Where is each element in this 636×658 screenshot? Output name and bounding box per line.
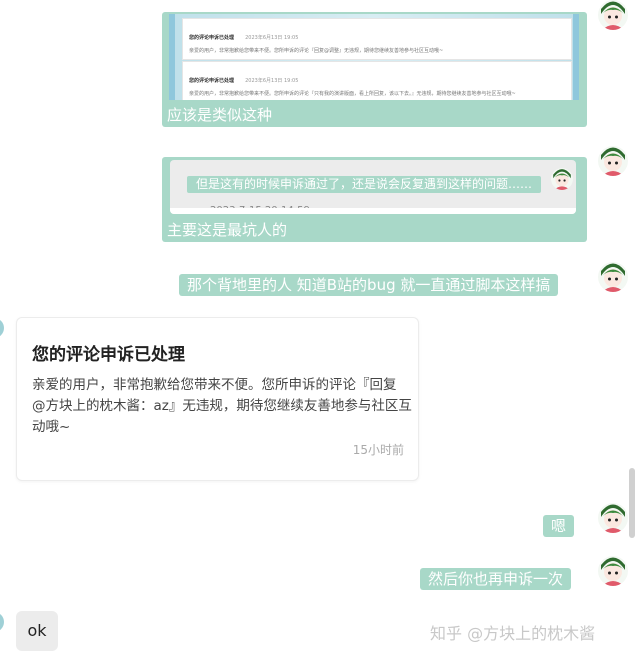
chat-message[interactable]: 然后你也再申诉一次: [420, 568, 572, 590]
quoted-message: 但是这有的时候申诉通过了，还是说会反复遇到这样的问题……: [187, 176, 542, 193]
screenshot-footer: [170, 208, 576, 214]
user-avatar[interactable]: [598, 146, 628, 176]
notice-date: 2023年6月13日 19:05: [245, 35, 299, 41]
avatar-icon: [598, 556, 628, 586]
system-avatar[interactable]: [0, 318, 4, 338]
notice-title: 您的评论申诉已处理: [189, 35, 235, 41]
message-caption: 主要这是最坑人的: [167, 221, 288, 239]
scrollbar[interactable]: [629, 468, 635, 538]
message-caption: 应该是类似这种: [167, 106, 273, 124]
user-avatar[interactable]: [598, 503, 628, 533]
notice-card: 您的评论申诉已处理 2023年6月13日 19:05 亲爱的用户，非常抱歉给您带…: [182, 61, 572, 100]
quoted-avatar: [551, 168, 573, 190]
screenshot-edge: [169, 14, 175, 100]
image-message-chat[interactable]: 但是这有的时候申诉通过了，还是说会反复遇到这样的问题…… 2023-7-15 2…: [162, 157, 587, 242]
chat-screenshot: 但是这有的时候申诉通过了，还是说会反复遇到这样的问题…… 2023-7-15 2…: [170, 160, 576, 214]
notice-title: 您的评论申诉已处理: [189, 78, 235, 84]
avatar-icon: [551, 168, 573, 190]
user-avatar[interactable]: [598, 0, 628, 30]
notice-body: 亲爱的用户，非常抱歉给您带来不便。您所申诉的评论『只有我的演讲版面，看上所回复，…: [189, 91, 516, 97]
chat-message[interactable]: 嗯: [543, 515, 575, 537]
notice-screenshot: 您的评论申诉已处理 2023年6月13日 19:05 亲爱的用户，非常抱歉给您带…: [169, 14, 579, 100]
friend-avatar[interactable]: [0, 612, 4, 632]
avatar-icon: [598, 146, 628, 176]
notice-card: 您的评论申诉已处理 2023年6月13日 19:05 亲爱的用户，非常抱歉给您带…: [182, 18, 572, 60]
image-message-notices[interactable]: 您的评论申诉已处理 2023年6月13日 19:05 亲爱的用户，非常抱歉给您带…: [162, 12, 587, 127]
screenshot-edge: [573, 14, 579, 100]
avatar-icon: [598, 262, 628, 292]
notice-date: 2023年6月13日 19:05: [245, 78, 299, 84]
notice-time: 15小时前: [352, 443, 404, 457]
avatar-icon: [598, 503, 628, 533]
chat-message[interactable]: 那个背地里的人 知道B站的bug 就一直通过脚本这样搞: [179, 274, 559, 296]
watermark: 知乎 @方块上的枕木酱: [430, 624, 596, 643]
avatar-icon: [598, 0, 628, 30]
notice-body: 亲爱的用户，非常抱歉给您带来不便。您所申诉的评论『回复 @方块上的枕木酱：az』…: [32, 377, 412, 435]
notice-title: 您的评论申诉已处理: [32, 345, 185, 365]
user-avatar[interactable]: [598, 556, 628, 586]
chat-message-received[interactable]: ok: [16, 611, 58, 651]
user-avatar[interactable]: [598, 262, 628, 292]
system-notice-card[interactable]: 您的评论申诉已处理 亲爱的用户，非常抱歉给您带来不便。您所申诉的评论『回复 @方…: [16, 317, 419, 481]
notice-body: 亲爱的用户，非常抱歉给您带来不便。您所申诉的评论『回复@调整』无违规，期待您继续…: [189, 48, 444, 54]
